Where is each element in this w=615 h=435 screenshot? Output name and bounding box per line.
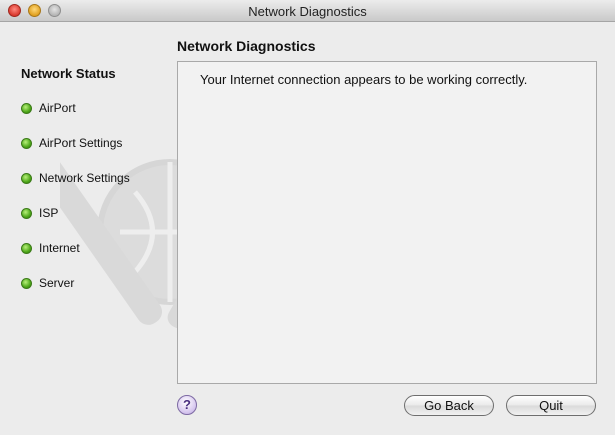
help-button[interactable]: ?: [177, 395, 197, 415]
window-title: Network Diagnostics: [248, 4, 367, 19]
status-light-icon: [21, 208, 32, 219]
network-status-heading: Network Status: [21, 66, 116, 81]
status-item-label: Internet: [39, 241, 80, 255]
title-bar: Network Diagnostics: [0, 0, 615, 22]
status-item-label: ISP: [39, 206, 59, 220]
status-item-label: Network Settings: [39, 171, 130, 185]
status-light-icon: [21, 138, 32, 149]
result-message: Your Internet connection appears to be w…: [200, 72, 528, 87]
quit-button[interactable]: Quit: [506, 395, 596, 416]
status-light-icon: [21, 103, 32, 114]
sidebar: Network Status AirPort AirPort Settings …: [0, 22, 280, 435]
network-diagnostics-window: Network Diagnostics Network Status AirPo…: [0, 0, 615, 435]
status-light-icon: [21, 243, 32, 254]
go-back-button[interactable]: Go Back: [404, 395, 494, 416]
status-light-icon: [21, 278, 32, 289]
status-light-icon: [21, 173, 32, 184]
page-title: Network Diagnostics: [177, 38, 316, 54]
status-item-label: AirPort Settings: [39, 136, 123, 150]
status-item-label: AirPort: [39, 101, 76, 115]
result-panel: Your Internet connection appears to be w…: [177, 61, 597, 384]
status-item-label: Server: [39, 276, 75, 290]
help-icon: ?: [183, 397, 191, 412]
